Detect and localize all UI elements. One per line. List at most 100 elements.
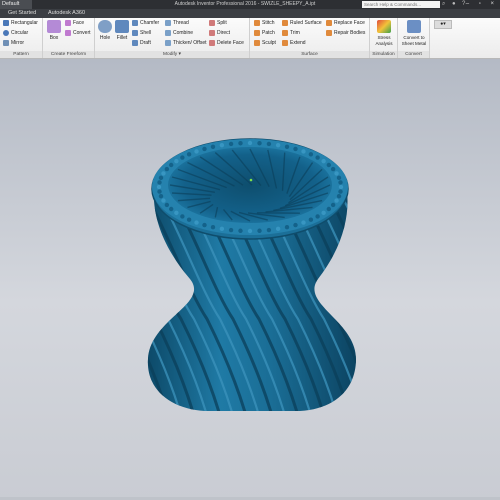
circular-pattern-button[interactable]: Circular xyxy=(3,29,28,38)
rim-bead xyxy=(164,202,170,208)
3d-model-vase[interactable] xyxy=(0,59,500,500)
stress-analysis-button[interactable]: Stress Analysis xyxy=(371,20,397,47)
circular-label: Circular xyxy=(11,30,29,36)
rim-bead xyxy=(257,228,262,233)
graphics-viewport[interactable] xyxy=(0,59,500,500)
dropdown-arrow-icon[interactable]: ▾ xyxy=(179,52,181,57)
convert-button[interactable]: Convert xyxy=(65,29,91,38)
patch-label: Patch xyxy=(262,30,275,36)
search-icon[interactable]: ⌕ xyxy=(442,1,449,8)
rim-bead xyxy=(301,149,306,154)
shell-button[interactable]: Shell xyxy=(132,29,151,38)
rectangular-pattern-button[interactable]: Rectangular xyxy=(3,19,38,28)
vase-opening xyxy=(168,147,332,223)
create-freeform-group-label: Create Freeform xyxy=(43,51,94,58)
face-button[interactable]: Face xyxy=(65,19,84,28)
convert-group: Convert to Sheet Metal Convert xyxy=(398,18,430,58)
rim-bead xyxy=(202,146,207,152)
rim-bead xyxy=(338,180,343,185)
rim-bead xyxy=(308,217,314,222)
chamfer-button[interactable]: Chamfer xyxy=(132,19,159,28)
repair-bodies-button[interactable]: Repair Bodies xyxy=(326,29,365,38)
convert-label: Convert xyxy=(73,30,91,36)
rim-bead xyxy=(157,189,162,194)
thicken-offset-button[interactable]: Thicken/ Offset xyxy=(165,39,207,48)
file-tab[interactable]: Default xyxy=(0,0,32,9)
rim-bead xyxy=(186,152,192,157)
fillet-button[interactable]: Fillet xyxy=(114,20,130,41)
tab-get-started[interactable]: Get Started xyxy=(4,9,40,18)
vase-rib xyxy=(147,179,158,411)
rim-bead xyxy=(168,206,174,212)
direct-button[interactable]: Direct xyxy=(209,29,230,38)
box-button[interactable]: Box xyxy=(46,20,62,41)
surface-group-label: Surface xyxy=(250,51,369,58)
delete-face-button[interactable]: Delete Face xyxy=(209,39,244,48)
rim-bead xyxy=(164,166,170,172)
mirror-icon xyxy=(3,39,9,46)
chamfer-label: Chamfer xyxy=(140,20,160,26)
replace-face-label: Replace Face xyxy=(334,20,365,26)
tab-autodesk-a360[interactable]: Autodesk A360 xyxy=(44,9,89,18)
ribbon-options-button[interactable]: ●▾ xyxy=(434,20,452,29)
ruled-surface-label: Ruled Surface xyxy=(290,20,322,26)
rim-bead xyxy=(210,224,216,230)
draft-label: Draft xyxy=(140,40,151,46)
mirror-button[interactable]: Mirror xyxy=(3,39,24,48)
rim-bead xyxy=(284,224,290,230)
simulation-group: Stress Analysis Simulation xyxy=(370,18,398,58)
patch-icon xyxy=(254,29,260,36)
rim-bead xyxy=(336,193,342,199)
rim-bead xyxy=(266,227,272,233)
rim-bead xyxy=(174,158,179,164)
trim-button[interactable]: Trim xyxy=(282,29,300,38)
options-icon: ●▾ xyxy=(440,21,446,27)
sculpt-button[interactable]: Sculpt xyxy=(254,39,276,48)
combine-button[interactable]: Combine xyxy=(165,29,193,38)
face-label: Face xyxy=(73,20,85,26)
user-icon[interactable]: ● xyxy=(452,1,459,8)
chamfer-icon xyxy=(132,19,138,26)
rim-bead xyxy=(336,175,342,181)
delete-face-label: Delete Face xyxy=(217,40,244,46)
rim-bead xyxy=(293,222,298,228)
stitch-label: Stitch xyxy=(262,20,275,26)
rim-bead xyxy=(174,210,179,216)
rim-bead xyxy=(315,155,320,160)
modify-group-label: Modify ▾ xyxy=(95,51,249,58)
rim-bead xyxy=(308,152,314,157)
ruled-surface-icon xyxy=(282,19,288,26)
sculpt-icon xyxy=(254,39,260,46)
thread-icon xyxy=(165,19,171,26)
hole-button[interactable]: Hole xyxy=(97,20,113,41)
rim-bead xyxy=(338,189,343,194)
convert-to-sheet-metal-button[interactable]: Convert to Sheet Metal xyxy=(399,20,429,47)
rim-bead xyxy=(156,184,162,190)
window-title: Autodesk Inventor Professional 2016 - SW… xyxy=(174,1,316,7)
modify-group: Hole Fillet Chamfer Shell Draft Thread C… xyxy=(95,18,250,58)
patch-button[interactable]: Patch xyxy=(254,29,275,38)
convert-to-sheet-metal-label: Convert to Sheet Metal xyxy=(401,35,427,46)
replace-face-icon xyxy=(326,19,332,26)
split-button[interactable]: Split xyxy=(209,19,227,28)
repair-bodies-label: Repair Bodies xyxy=(334,30,366,36)
replace-face-button[interactable]: Replace Face xyxy=(326,19,365,28)
extend-button[interactable]: Extend xyxy=(282,39,306,48)
draft-button[interactable]: Draft xyxy=(132,39,151,48)
ruled-surface-button[interactable]: Ruled Surface xyxy=(282,19,322,28)
thread-button[interactable]: Thread xyxy=(165,19,189,28)
rim-bead xyxy=(228,141,234,147)
pattern-group: Rectangular Circular Mirror Pattern xyxy=(0,18,43,58)
thicken-offset-label: Thicken/ Offset xyxy=(173,40,207,46)
rim-bead xyxy=(326,162,332,168)
window-controls[interactable]: – ▫ × xyxy=(466,0,498,9)
rim-bead xyxy=(334,198,339,203)
vase-rib xyxy=(147,179,171,411)
search-input[interactable] xyxy=(362,1,440,8)
thread-label: Thread xyxy=(173,20,189,26)
vase-rib xyxy=(0,179,104,419)
stitch-button[interactable]: Stitch xyxy=(254,19,275,28)
hole-icon xyxy=(98,20,112,33)
modify-label: Modify xyxy=(163,52,178,57)
rim-bead xyxy=(247,228,253,234)
